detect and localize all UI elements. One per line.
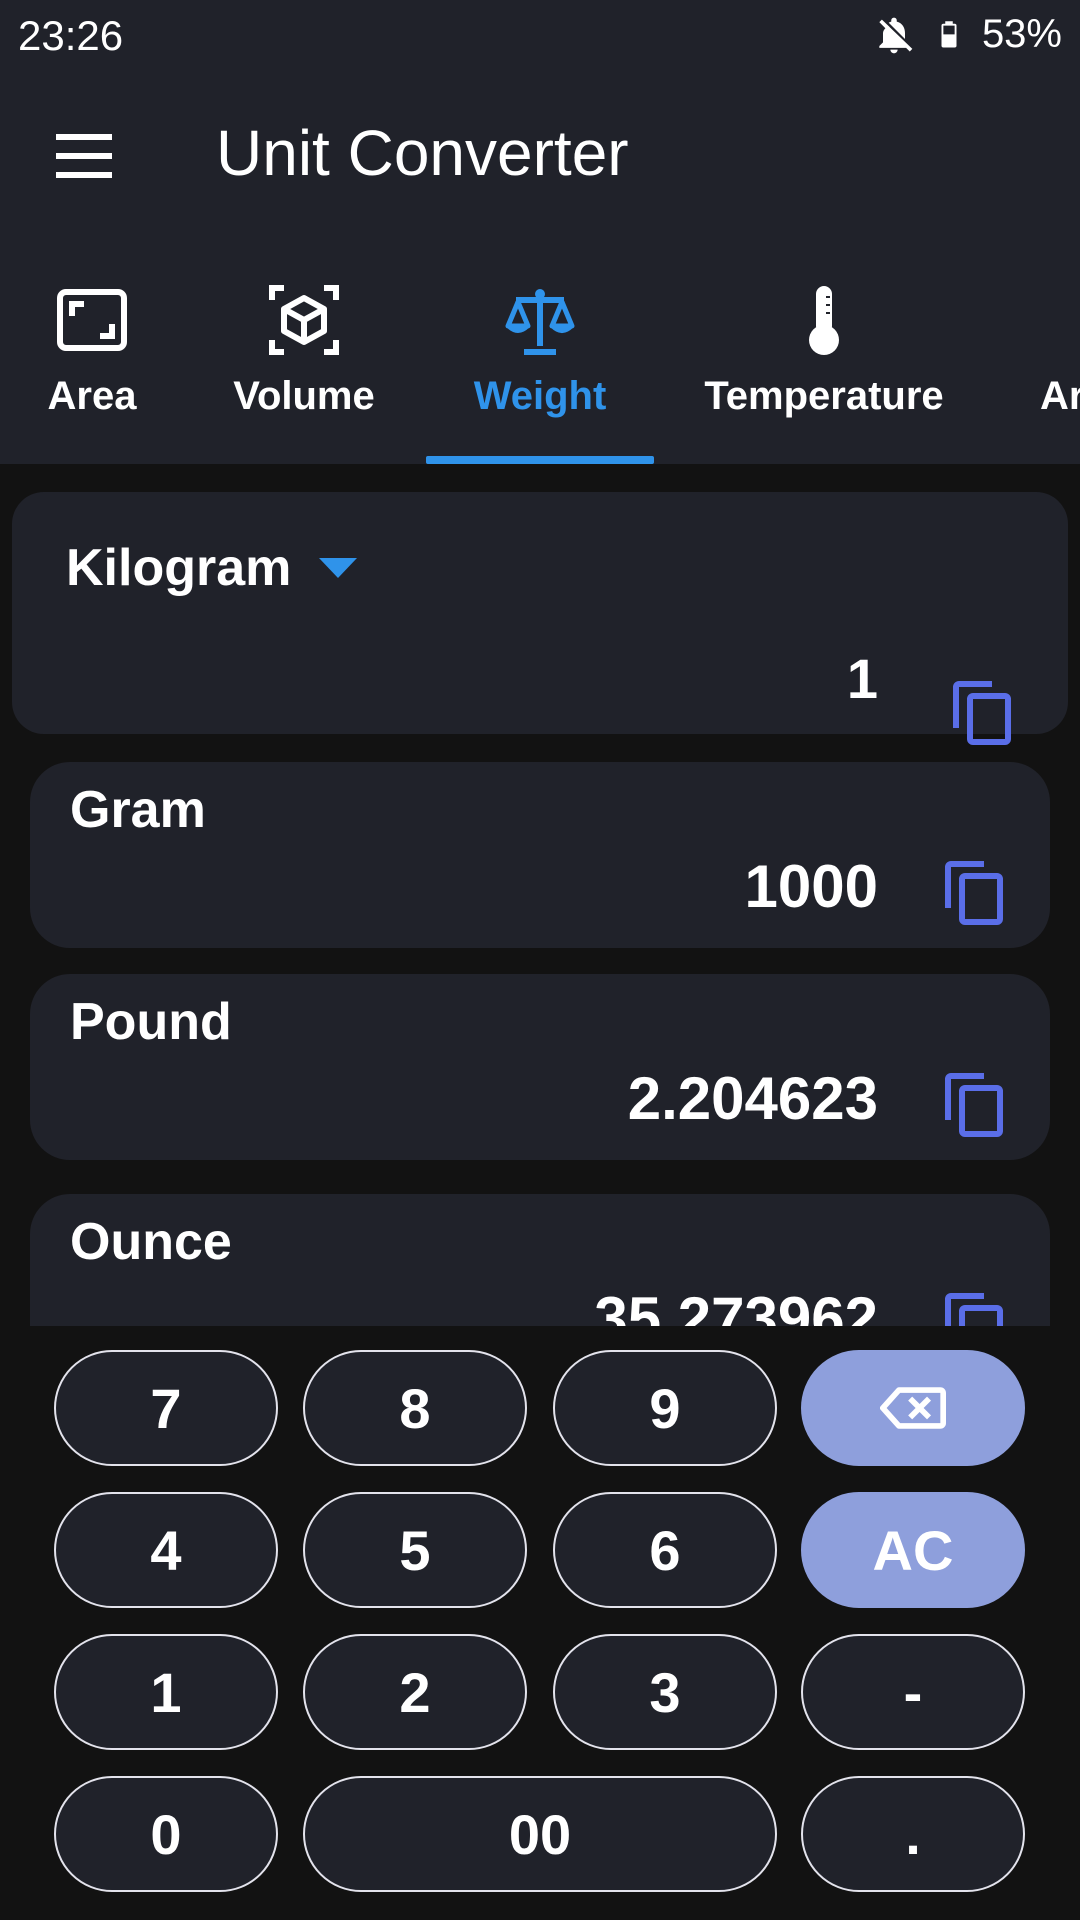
tab-area[interactable]: Area xyxy=(42,236,142,464)
menu-icon[interactable] xyxy=(46,124,122,188)
key-9[interactable]: 9 xyxy=(553,1350,777,1466)
status-icons: 53% xyxy=(872,12,1062,57)
app-title: Unit Converter xyxy=(216,117,629,189)
tab-temperature[interactable]: Temperature xyxy=(700,236,948,464)
result-unit-name: Pound xyxy=(70,993,232,1051)
backspace-icon xyxy=(880,1387,946,1429)
tab-indicator xyxy=(426,456,654,464)
copy-icon[interactable] xyxy=(952,680,1012,746)
tab-label: Ar xyxy=(1040,374,1080,418)
converter-content: Kilogram 1 Gram 1000 Pound 2.204623 Ounc… xyxy=(0,464,1080,1326)
tab-weight[interactable]: Weight xyxy=(470,236,610,464)
category-tabs: Area Volume Weight Temperature Ar xyxy=(0,236,1080,464)
key-7[interactable]: 7 xyxy=(54,1350,278,1466)
result-card[interactable]: Gram 1000 xyxy=(30,762,1050,948)
tab-label: Weight xyxy=(473,374,607,418)
clear-all-button[interactable]: AC xyxy=(801,1492,1025,1608)
key-3[interactable]: 3 xyxy=(553,1634,777,1750)
from-unit-name: Kilogram xyxy=(66,539,292,597)
keypad: 7 8 9 4 5 6 AC 1 2 3 - 0 00 . xyxy=(0,1326,1080,1920)
result-unit-name: Gram xyxy=(70,781,206,839)
copy-icon[interactable] xyxy=(944,860,1004,926)
key-1[interactable]: 1 xyxy=(54,1634,278,1750)
tab-partial[interactable]: Ar xyxy=(1040,236,1080,464)
key-6[interactable]: 6 xyxy=(553,1492,777,1608)
thermometer-icon xyxy=(809,286,839,355)
tab-volume[interactable]: Volume xyxy=(228,236,380,464)
status-time: 23:26 xyxy=(18,12,124,59)
key-5[interactable]: 5 xyxy=(303,1492,527,1608)
cube-icon xyxy=(269,285,339,355)
copy-icon[interactable] xyxy=(944,1072,1004,1138)
tab-label: Temperature xyxy=(704,374,944,418)
notifications-off-icon xyxy=(879,17,913,53)
result-unit-name: Ounce xyxy=(70,1213,232,1271)
key-4[interactable]: 4 xyxy=(54,1492,278,1608)
unit-dropdown[interactable]: Kilogram xyxy=(66,538,358,598)
battery-percent: 53% xyxy=(981,12,1062,56)
app-screen: 23:26 53% Unit Converter Area Volume Wei… xyxy=(0,0,1080,1920)
scale-icon xyxy=(505,289,575,355)
input-value: 1 xyxy=(846,647,878,710)
tab-label: Area xyxy=(47,374,137,418)
decimal-key[interactable]: . xyxy=(801,1776,1025,1892)
battery-icon xyxy=(941,20,957,47)
result-value: 1000 xyxy=(744,853,878,920)
copy-icon[interactable] xyxy=(944,1292,1004,1326)
result-value: 2.204623 xyxy=(627,1065,878,1132)
result-card[interactable]: Ounce 35.273962 xyxy=(30,1194,1050,1326)
result-value: 35.273962 xyxy=(594,1285,878,1326)
from-unit-card: Kilogram 1 xyxy=(12,492,1068,745)
dropdown-caret-icon xyxy=(319,558,358,578)
result-card[interactable]: Pound 2.204623 xyxy=(30,974,1050,1160)
area-icon xyxy=(57,289,127,351)
status-bar: 23:26 53% xyxy=(0,0,1080,76)
app-bar: Unit Converter xyxy=(0,76,1080,236)
key-8[interactable]: 8 xyxy=(303,1350,527,1466)
backspace-button[interactable] xyxy=(801,1350,1025,1466)
key-00[interactable]: 00 xyxy=(303,1776,777,1892)
key-0[interactable]: 0 xyxy=(54,1776,278,1892)
minus-key[interactable]: - xyxy=(801,1634,1025,1750)
tab-label: Volume xyxy=(233,374,375,418)
key-2[interactable]: 2 xyxy=(303,1634,527,1750)
